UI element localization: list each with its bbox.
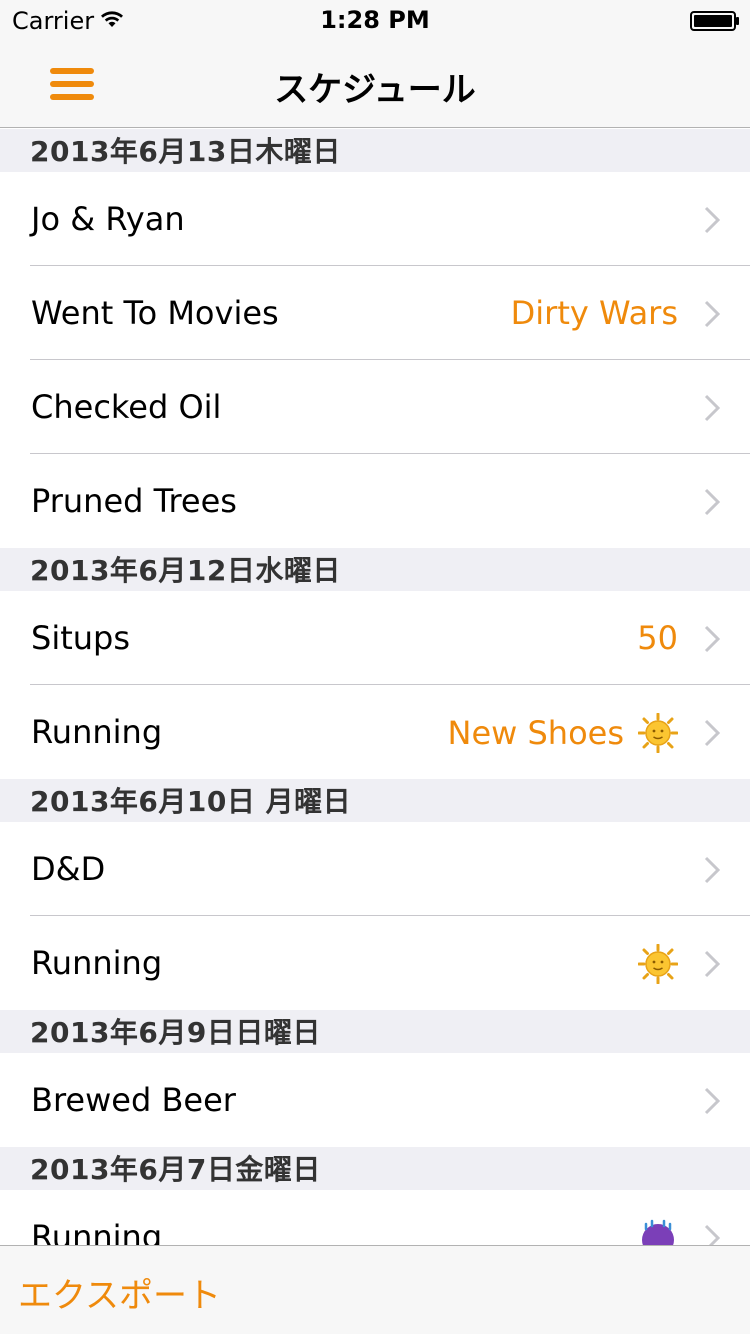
- item-title: Went To Movies: [31, 294, 279, 332]
- item-title: Running: [31, 944, 163, 982]
- chevron-right-icon: [704, 488, 720, 516]
- chevron-right-icon: [704, 625, 720, 653]
- item-title: Pruned Trees: [31, 482, 237, 520]
- chevron-right-icon: [704, 950, 720, 978]
- item-title: Brewed Beer: [31, 1081, 236, 1119]
- list-item[interactable]: Checked Oil: [0, 360, 750, 454]
- item-detail: New Shoes: [447, 713, 678, 753]
- status-bar: Carrier 1:28 PM: [0, 0, 750, 40]
- chevron-right-icon: [704, 300, 720, 328]
- item-detail-text: Dirty Wars: [510, 294, 678, 332]
- item-detail: Dirty Wars: [511, 294, 678, 332]
- status-time: 1:28 PM: [320, 6, 430, 34]
- list-item[interactable]: Situps 50: [0, 591, 750, 685]
- list-item[interactable]: Running New Shoes: [0, 685, 750, 779]
- item-title: Situps: [31, 619, 131, 657]
- export-button[interactable]: エクスポート: [18, 1268, 221, 1317]
- list-item[interactable]: Pruned Trees: [0, 454, 750, 548]
- item-title: D&D: [31, 850, 106, 888]
- item-title: Running: [31, 713, 163, 751]
- chevron-right-icon: [704, 1087, 720, 1115]
- schedule-list[interactable]: 2013年6月13日木曜日 Jo & Ryan Went To Movies D…: [0, 129, 750, 1284]
- bottom-toolbar: エクスポート: [0, 1245, 750, 1334]
- chevron-right-icon: [704, 206, 720, 234]
- list-item[interactable]: Jo & Ryan: [0, 172, 750, 266]
- item-title: Checked Oil: [31, 388, 222, 426]
- section-header: 2013年6月9日日曜日: [0, 1010, 750, 1053]
- item-title: Jo & Ryan: [31, 200, 185, 238]
- chevron-right-icon: [704, 856, 720, 884]
- section-header: 2013年6月12日水曜日: [0, 548, 750, 591]
- list-item[interactable]: Running: [0, 916, 750, 1010]
- list-item[interactable]: D&D: [0, 822, 750, 916]
- list-item[interactable]: Brewed Beer: [0, 1053, 750, 1147]
- item-detail: [624, 944, 678, 984]
- sun-icon: [638, 944, 678, 984]
- sun-icon: [638, 713, 678, 753]
- chevron-right-icon: [704, 394, 720, 422]
- section-header: 2013年6月13日木曜日: [0, 129, 750, 172]
- section-header: 2013年6月7日金曜日: [0, 1147, 750, 1190]
- page-title: スケジュール: [274, 70, 476, 110]
- list-item[interactable]: Went To Movies Dirty Wars: [0, 266, 750, 360]
- chevron-right-icon: [704, 719, 720, 747]
- battery-icon: [690, 11, 739, 31]
- item-detail: 50: [637, 619, 678, 657]
- screen: Carrier 1:28 PM スケジュール 2013年6月13日木曜日 Jo …: [0, 0, 750, 1334]
- item-detail-text: New Shoes: [447, 714, 625, 752]
- navigation-bar: スケジュール: [0, 40, 750, 128]
- section-header: 2013年6月10日 月曜日: [0, 779, 750, 822]
- item-detail-text: 50: [637, 619, 678, 657]
